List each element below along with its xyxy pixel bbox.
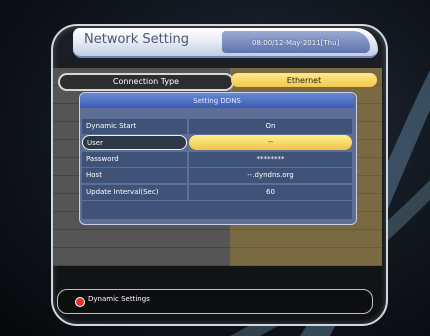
row-value[interactable]: --: [189, 135, 352, 150]
row-dynamic-start[interactable]: Dynamic Start On: [82, 119, 352, 134]
row-update-interval[interactable]: Update Interval(Sec) 60: [82, 185, 352, 200]
row-label: Update Interval(Sec): [82, 185, 187, 200]
row-value[interactable]: 60: [189, 185, 352, 200]
status-hint: Dynamic Settings: [88, 295, 150, 303]
connection-type-label[interactable]: Connection Type: [58, 73, 234, 91]
page-title: Network Setting: [84, 32, 189, 47]
row-label: Dynamic Start: [82, 119, 187, 134]
row-host[interactable]: Host --.dyndns.org: [82, 168, 352, 183]
row-password[interactable]: Password ********: [82, 152, 352, 167]
connection-type-value[interactable]: Ethernet: [231, 73, 377, 87]
dialog-spacer: [82, 201, 352, 219]
tv-screen: Network Setting 08:00/12-May-2011[Thu] C…: [0, 0, 430, 336]
status-bar: Dynamic Settings: [57, 289, 373, 314]
red-button-icon: [75, 297, 85, 307]
row-label: Password: [82, 152, 187, 167]
row-value[interactable]: On: [189, 119, 352, 134]
row-value[interactable]: ********: [189, 152, 352, 167]
row-label: Host: [82, 168, 187, 183]
clock-text: 08:00/12-May-2011[Thu]: [252, 39, 340, 47]
ddns-dialog-title: Setting DDNS: [80, 93, 354, 108]
row-label: User: [82, 135, 187, 150]
row-value[interactable]: --.dyndns.org: [189, 168, 352, 183]
row-user[interactable]: User --: [82, 135, 352, 150]
